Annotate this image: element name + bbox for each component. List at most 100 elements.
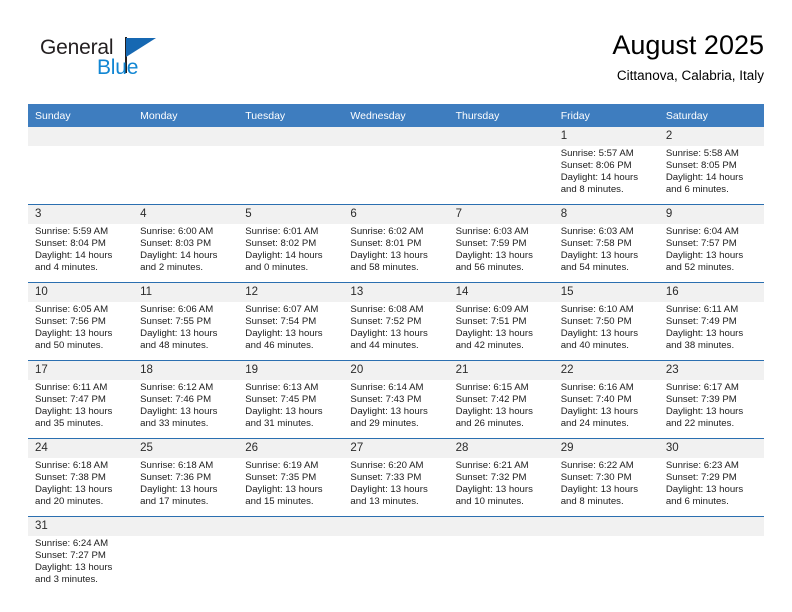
day-daylight-text: and 22 minutes. — [665, 418, 735, 430]
day-daylight-text: and 17 minutes. — [140, 496, 209, 508]
day-number-cell[interactable]: 8 — [553, 204, 659, 224]
calendar-header-row: Sunday Monday Tuesday Wednesday Thursday… — [28, 104, 764, 127]
day-number-cell[interactable]: 13 — [343, 282, 449, 302]
day-sunset-text: Sunset: 7:54 PM — [245, 316, 317, 328]
weekday-header-tuesday: Tuesday — [238, 104, 344, 127]
calendar-week-detail-row: Sunrise: 6:05 AM Sunset: 7:56 PM Daylight:… — [28, 302, 764, 361]
day-number-cell[interactable]: 18 — [133, 360, 239, 380]
day-daylight-text: and 50 minutes. — [35, 340, 104, 352]
day-sunrise-text: Sunrise: 6:17 AM — [665, 382, 739, 393]
day-sunset-text: Sunset: 8:06 PM — [560, 160, 632, 172]
day-sunset-text: Sunset: 8:05 PM — [665, 160, 737, 172]
day-number-cell[interactable]: 20 — [343, 360, 449, 380]
day-number-cell — [448, 516, 554, 536]
day-daylight-text: and 10 minutes. — [455, 496, 524, 508]
day-daylight-text: Daylight: 13 hours — [455, 250, 533, 262]
day-sunrise-text: Sunrise: 6:00 AM — [140, 226, 214, 237]
day-detail-cell — [238, 536, 344, 594]
day-number-cell[interactable]: 10 — [28, 282, 134, 302]
day-daylight-text: Daylight: 13 hours — [665, 250, 744, 262]
day-daylight-text: Daylight: 13 hours — [665, 484, 744, 496]
day-number-cell[interactable]: 4 — [133, 204, 239, 224]
day-number-cell[interactable]: 15 — [553, 282, 659, 302]
day-daylight-text: and 24 minutes. — [560, 418, 629, 430]
calendar-week-number-row: 10 11 12 13 14 15 16 — [28, 282, 764, 302]
day-number-cell[interactable]: 27 — [343, 438, 449, 458]
day-daylight-text: Daylight: 13 hours — [560, 328, 639, 340]
day-number-cell[interactable]: 1 — [553, 127, 659, 146]
day-number-cell[interactable]: 21 — [448, 360, 554, 380]
day-detail-cell: Sunrise: 5:58 AM Sunset: 8:05 PM Daylight:… — [658, 146, 764, 205]
page-subtitle: Cittanova, Calabria, Italy — [616, 68, 764, 83]
day-number-cell — [553, 516, 659, 536]
day-number-cell[interactable]: 5 — [238, 204, 344, 224]
day-number-cell[interactable]: 12 — [238, 282, 344, 302]
day-sunset-text: Sunset: 7:43 PM — [350, 394, 422, 406]
day-number-cell[interactable]: 9 — [658, 204, 764, 224]
day-sunset-text: Sunset: 8:02 PM — [245, 238, 317, 250]
day-daylight-text: and 13 minutes. — [350, 496, 419, 508]
day-daylight-text: Daylight: 14 hours — [35, 250, 113, 262]
day-number-cell[interactable]: 7 — [448, 204, 554, 224]
calendar-week-number-row: 17 18 19 20 21 22 23 — [28, 360, 764, 380]
day-detail-cell — [28, 146, 134, 205]
day-number-cell[interactable]: 24 — [28, 438, 134, 458]
general-blue-logo[interactable]: General Blue — [40, 36, 200, 90]
day-number-cell — [28, 127, 134, 146]
day-number-cell[interactable]: 29 — [553, 438, 659, 458]
day-sunset-text: Sunset: 7:33 PM — [350, 472, 422, 484]
day-daylight-text: Daylight: 13 hours — [455, 406, 533, 418]
day-daylight-text: and 33 minutes. — [140, 418, 209, 430]
calendar-week-detail-row: Sunrise: 6:11 AM Sunset: 7:47 PM Daylight:… — [28, 380, 764, 439]
day-detail-cell: Sunrise: 6:17 AM Sunset: 7:39 PM Daylight:… — [658, 380, 764, 439]
day-daylight-text: and 38 minutes. — [665, 340, 735, 352]
day-detail-cell: Sunrise: 6:18 AM Sunset: 7:38 PM Daylight:… — [28, 458, 134, 517]
day-daylight-text: Daylight: 13 hours — [140, 406, 218, 418]
day-detail-cell — [343, 536, 449, 594]
calendar-week-detail-row: Sunrise: 5:59 AM Sunset: 8:04 PM Daylight:… — [28, 224, 764, 283]
day-detail-cell — [448, 536, 554, 594]
day-daylight-text: and 42 minutes. — [455, 340, 524, 352]
day-sunrise-text: Sunrise: 6:18 AM — [35, 460, 109, 471]
day-number-cell[interactable]: 28 — [448, 438, 554, 458]
day-number-cell[interactable]: 30 — [658, 438, 764, 458]
day-daylight-text: and 6 minutes. — [665, 496, 729, 508]
day-number-cell[interactable]: 26 — [238, 438, 344, 458]
day-sunrise-text: Sunrise: 5:58 AM — [665, 148, 739, 159]
day-number-cell[interactable]: 3 — [28, 204, 134, 224]
day-number-cell[interactable]: 31 — [28, 516, 134, 536]
day-sunset-text: Sunset: 7:55 PM — [140, 316, 212, 328]
day-number-cell[interactable]: 25 — [133, 438, 239, 458]
day-sunrise-text: Sunrise: 6:19 AM — [245, 460, 319, 471]
day-sunrise-text: Sunrise: 6:07 AM — [245, 304, 319, 315]
day-number-cell[interactable]: 16 — [658, 282, 764, 302]
day-number-cell[interactable]: 22 — [553, 360, 659, 380]
day-daylight-text: and 6 minutes. — [665, 184, 729, 196]
day-number-cell[interactable]: 2 — [658, 127, 764, 146]
day-detail-cell: Sunrise: 6:22 AM Sunset: 7:30 PM Daylight:… — [553, 458, 659, 517]
day-sunset-text: Sunset: 7:46 PM — [140, 394, 212, 406]
day-number-cell[interactable]: 14 — [448, 282, 554, 302]
day-sunset-text: Sunset: 7:39 PM — [665, 394, 737, 406]
page-title: August 2025 — [612, 30, 764, 60]
day-daylight-text: and 8 minutes. — [560, 496, 624, 508]
day-daylight-text: Daylight: 13 hours — [35, 484, 113, 496]
day-daylight-text: Daylight: 13 hours — [560, 406, 639, 418]
day-daylight-text: Daylight: 13 hours — [455, 328, 533, 340]
day-number-cell[interactable]: 23 — [658, 360, 764, 380]
day-number-cell[interactable]: 17 — [28, 360, 134, 380]
day-number-cell[interactable]: 6 — [343, 204, 449, 224]
day-daylight-text: Daylight: 14 hours — [665, 172, 744, 184]
weekday-header-friday: Friday — [553, 104, 659, 127]
day-detail-cell: Sunrise: 6:18 AM Sunset: 7:36 PM Daylight:… — [133, 458, 239, 517]
day-detail-cell: Sunrise: 6:00 AM Sunset: 8:03 PM Daylight:… — [133, 224, 239, 283]
day-number-cell[interactable]: 19 — [238, 360, 344, 380]
day-sunrise-text: Sunrise: 5:57 AM — [560, 148, 634, 159]
day-detail-cell: Sunrise: 6:06 AM Sunset: 7:55 PM Daylight:… — [133, 302, 239, 361]
day-daylight-text: and 52 minutes. — [665, 262, 735, 274]
day-sunset-text: Sunset: 7:50 PM — [560, 316, 632, 328]
title-block: August 2025 Cittanova, Calabria, Italy — [612, 28, 764, 86]
day-number-cell[interactable]: 11 — [133, 282, 239, 302]
day-sunset-text: Sunset: 7:35 PM — [245, 472, 317, 484]
day-sunrise-text: Sunrise: 6:03 AM — [560, 226, 634, 237]
